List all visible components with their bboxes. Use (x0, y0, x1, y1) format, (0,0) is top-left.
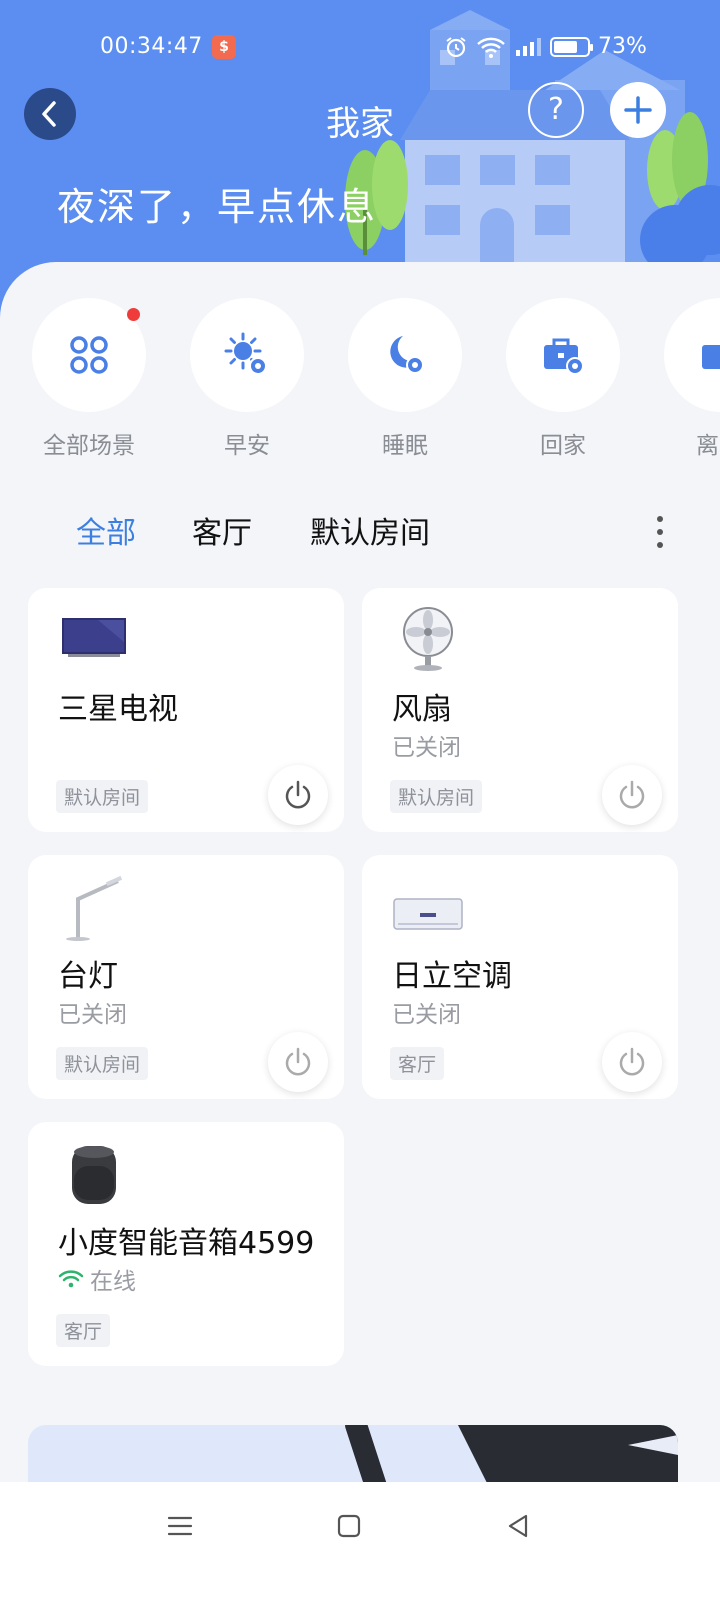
fan-icon (403, 607, 453, 671)
device-state-text: 已关闭 (58, 1002, 127, 1028)
device-state-text: 在线 (90, 1269, 136, 1295)
leave-icon (702, 345, 720, 369)
device-room-tag: 默认房间 (390, 780, 483, 813)
scene-leave[interactable]: 离 (664, 298, 720, 460)
power-button[interactable] (268, 765, 328, 825)
wifi-icon (477, 37, 505, 58)
device-room-tag: 客厅 (56, 1314, 111, 1347)
menu-icon (167, 1516, 193, 1536)
more-options-button[interactable] (648, 512, 672, 552)
scene-morning[interactable]: 早安 (190, 298, 304, 460)
device-card-speaker[interactable]: 小度智能音箱4599 在线 客厅 (28, 1122, 344, 1366)
status-bar: 00:34:47 $ 73% (0, 30, 720, 66)
tab-all[interactable]: 全部 (76, 508, 136, 552)
status-time: 00:34:47 (100, 34, 203, 59)
scene-label: 离 (696, 433, 719, 459)
home-button[interactable] (319, 1504, 379, 1548)
desk-lamp-icon (66, 875, 123, 941)
help-button[interactable]: ? (528, 82, 584, 138)
square-icon (337, 1514, 361, 1538)
device-name: 风扇 (392, 692, 452, 727)
greeting-text: 夜深了，早点休息 (57, 185, 378, 229)
device-room-tag: 默认房间 (56, 1047, 149, 1080)
device-card-ac[interactable]: 日立空调 已关闭 客厅 (362, 855, 678, 1099)
plus-icon (624, 96, 652, 124)
air-conditioner-icon (393, 898, 463, 930)
smart-speaker-icon (72, 1146, 116, 1204)
scene-home[interactable]: 回家 (506, 298, 620, 460)
device-name: 三星电视 (58, 692, 178, 727)
device-state: 已关闭 (58, 995, 127, 1029)
power-icon (619, 780, 645, 809)
battery-icon (550, 36, 593, 57)
scene-all[interactable]: 全部场景 (32, 298, 146, 460)
device-room-tag: 默认房间 (56, 780, 149, 813)
power-icon (285, 1047, 311, 1076)
shopping-app-icon: $ (212, 35, 236, 59)
device-state: 已关闭 (392, 728, 461, 762)
device-state-text: 已关闭 (392, 735, 461, 761)
device-state-text: 已关闭 (392, 1002, 461, 1028)
scene-label: 早安 (224, 433, 270, 459)
scene-label: 睡眠 (382, 433, 428, 459)
tab-living-room[interactable]: 客厅 (192, 508, 252, 552)
system-nav-bar (0, 1482, 720, 1600)
device-room-tag: 客厅 (390, 1047, 445, 1080)
scene-shortcuts: 全部场景 早安 睡眠 回家 离 (0, 298, 720, 468)
sun-settings-icon (224, 332, 267, 375)
device-name: 日立空调 (392, 959, 512, 994)
wifi-icon (58, 1270, 84, 1288)
power-button[interactable] (602, 765, 662, 825)
menu-button[interactable] (150, 1504, 210, 1548)
device-state: 已关闭 (392, 995, 461, 1029)
grid-icon (70, 336, 108, 374)
device-name: 小度智能音箱4599 (58, 1226, 315, 1261)
power-button[interactable] (602, 1032, 662, 1092)
status-icons: 73% (444, 34, 647, 59)
scene-sleep[interactable]: 睡眠 (348, 298, 462, 460)
add-device-button[interactable] (610, 82, 666, 138)
device-card-tv[interactable]: 三星电视 默认房间 (28, 588, 344, 832)
power-icon (619, 1047, 645, 1076)
tv-icon (62, 618, 126, 657)
device-state: 在线 (58, 1262, 136, 1296)
alarm-icon (446, 36, 466, 57)
back-nav-button[interactable] (488, 1504, 548, 1548)
signal-icon (516, 37, 541, 56)
moon-settings-icon (390, 336, 424, 374)
device-card-fan[interactable]: 风扇 已关闭 默认房间 (362, 588, 678, 832)
device-name: 台灯 (58, 959, 118, 994)
question-icon: ? (548, 92, 564, 127)
device-card-lamp[interactable]: 台灯 已关闭 默认房间 (28, 855, 344, 1099)
scene-label: 全部场景 (43, 433, 135, 459)
power-button[interactable] (268, 1032, 328, 1092)
power-icon (285, 780, 311, 809)
triangle-back-icon (508, 1514, 528, 1538)
battery-percent: 73% (598, 34, 647, 59)
scene-label: 回家 (540, 433, 586, 459)
tab-default-room[interactable]: 默认房间 (310, 508, 430, 552)
briefcase-settings-icon (544, 338, 584, 375)
room-tabs: 全部 客厅 默认房间 (0, 508, 720, 558)
notification-dot (127, 308, 140, 321)
